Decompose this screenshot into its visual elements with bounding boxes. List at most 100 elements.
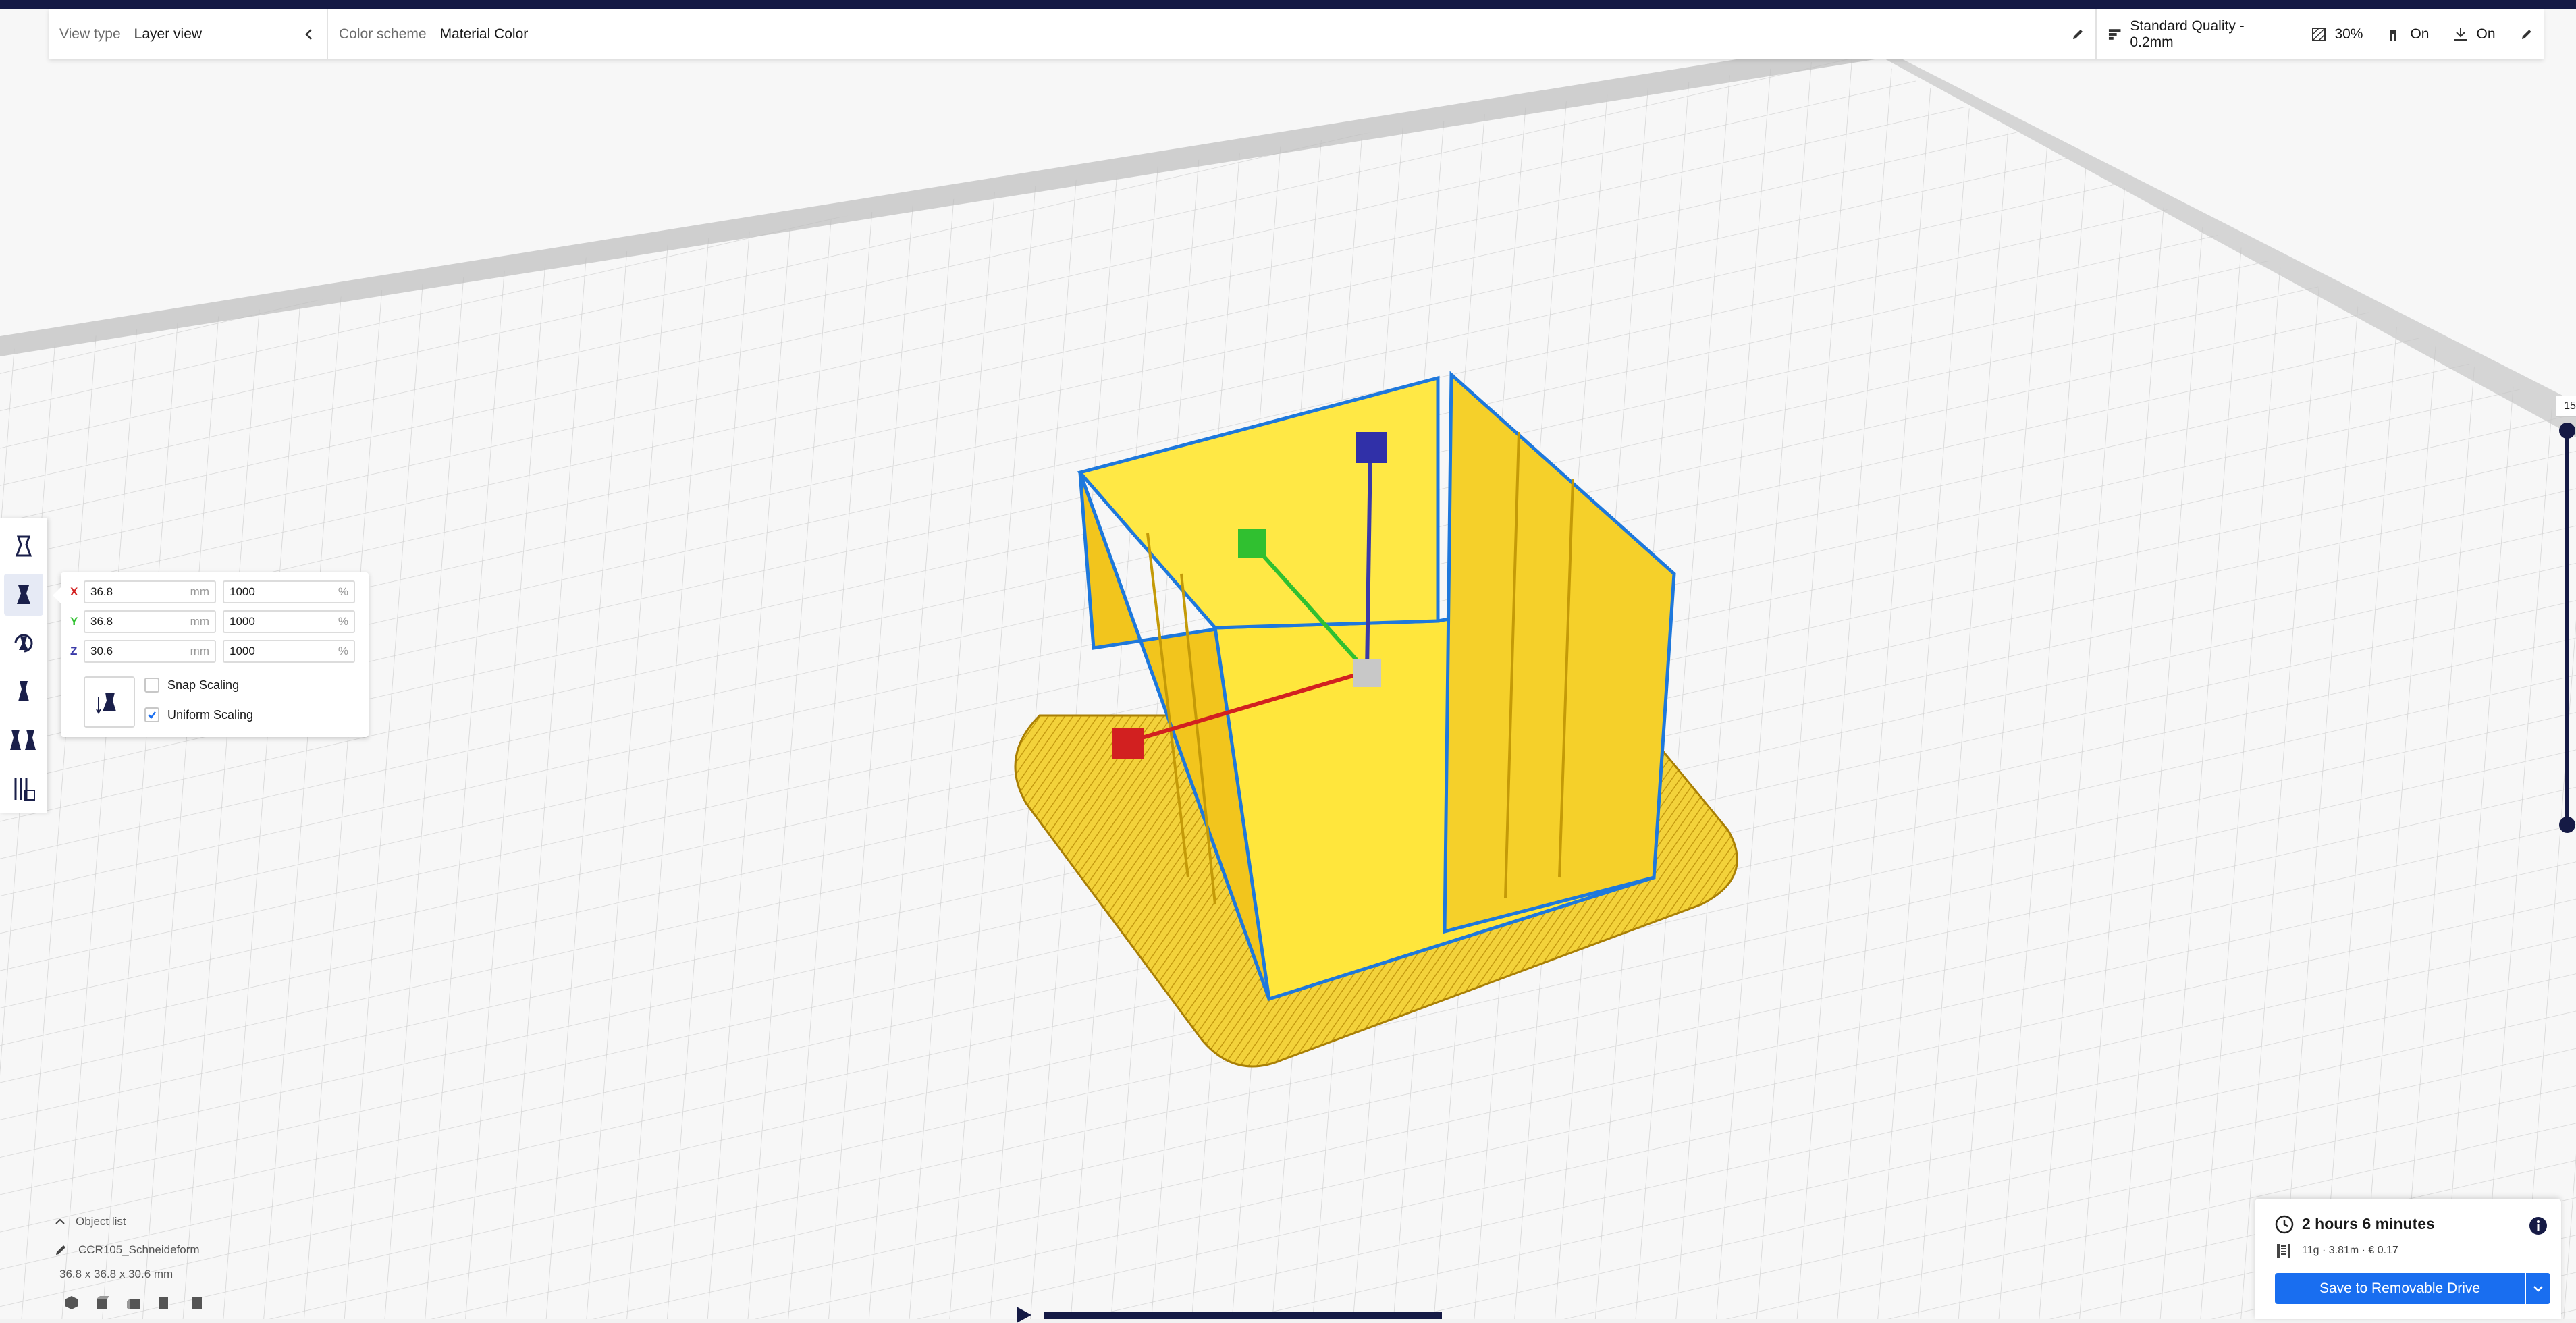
print-info-panel: 2 hours 6 minutes 11g · 3.81m · € 0.17 S… — [2255, 1199, 2561, 1319]
uniform-scaling-checkbox[interactable] — [144, 707, 159, 722]
3d-view-icon[interactable] — [63, 1295, 80, 1311]
infill-value: 30% — [2334, 26, 2363, 42]
chevron-down-icon — [2533, 1286, 2543, 1292]
path-slider-track[interactable] — [1044, 1312, 1442, 1319]
snap-scaling-label: Snap Scaling — [167, 678, 240, 692]
profile-icon — [2108, 29, 2121, 40]
adhesion-icon — [2454, 28, 2467, 40]
y-mm-input[interactable]: 36.8 mm — [84, 610, 216, 633]
gizmo-y-handle[interactable] — [1238, 529, 1266, 558]
panel-pointer — [53, 587, 61, 603]
y-mm-value: 36.8 — [90, 615, 113, 628]
adhesion-setting[interactable]: On — [2453, 26, 2496, 43]
layer-slider-bottom-handle[interactable] — [2559, 817, 2575, 833]
right-view-icon[interactable] — [188, 1295, 204, 1311]
layer-slider-track[interactable] — [2565, 429, 2569, 828]
view-type-value[interactable]: Layer view — [134, 26, 202, 43]
scale-tool-button[interactable] — [4, 574, 43, 616]
lay-flat-button[interactable] — [84, 676, 135, 728]
mirror-tool-button[interactable] — [4, 671, 43, 713]
axis-z-label: Z — [70, 645, 78, 657]
window-top-strip — [0, 0, 2576, 9]
top-view-icon[interactable] — [126, 1295, 142, 1311]
x-percent-value: 1000 — [230, 585, 255, 598]
move-tool-icon — [15, 535, 32, 557]
per-model-icon — [10, 730, 36, 750]
support-setting[interactable]: On — [2387, 26, 2429, 43]
front-view-icon[interactable] — [95, 1295, 111, 1311]
x-percent-input[interactable]: 1000% — [223, 580, 355, 603]
infill-icon — [2312, 28, 2326, 41]
pencil-icon[interactable] — [2520, 28, 2533, 41]
y-percent-unit: % — [338, 615, 348, 628]
scale-row-x: X 36.8 mm 1000% — [70, 580, 362, 603]
y-percent-value: 1000 — [230, 615, 255, 628]
object-list-item[interactable]: CCR105_Schneideform — [54, 1243, 204, 1257]
uniform-scaling-row[interactable]: Uniform Scaling — [144, 707, 253, 722]
rotate-tool-icon — [14, 634, 33, 653]
color-scheme-selector[interactable]: Color scheme Material Color — [328, 9, 2095, 59]
check-icon — [148, 711, 156, 719]
infill-setting[interactable]: 30% — [2311, 26, 2363, 43]
left-view-icon[interactable] — [157, 1295, 173, 1311]
x-mm-value: 36.8 — [90, 585, 113, 598]
pencil-icon[interactable] — [2071, 28, 2085, 41]
adhesion-value: On — [2476, 26, 2496, 42]
x-mm-unit: mm — [190, 585, 209, 598]
axis-x-label: X — [70, 585, 78, 598]
scale-row-y: Y 36.8 mm 1000% — [70, 610, 362, 633]
clock-icon — [2275, 1215, 2294, 1234]
layer-number-label[interactable]: 15 — [2556, 396, 2576, 417]
support-value: On — [2410, 26, 2430, 42]
z-mm-input[interactable]: 30.6 mm — [84, 640, 216, 663]
y-mm-unit: mm — [190, 615, 209, 628]
view-options-bar: View type Layer view Color scheme Materi… — [49, 9, 2544, 59]
z-percent-input[interactable]: 1000% — [223, 640, 355, 663]
scale-tool-icon — [17, 585, 30, 604]
support-blocker-icon — [14, 778, 35, 801]
save-to-drive-button[interactable]: Save to Removable Drive — [2275, 1273, 2525, 1304]
z-mm-value: 30.6 — [90, 645, 113, 657]
save-options-dropdown[interactable] — [2526, 1273, 2550, 1304]
profile-value: Standard Quality - 0.2mm — [2130, 18, 2245, 50]
3d-viewport[interactable] — [0, 0, 2576, 1319]
gizmo-z-handle[interactable] — [1356, 432, 1387, 463]
color-scheme-value[interactable]: Material Color — [440, 26, 529, 43]
snap-scaling-checkbox[interactable] — [144, 678, 159, 693]
support-blocker-button[interactable] — [4, 768, 43, 810]
object-list-title: Object list — [76, 1215, 126, 1228]
object-list-toggle[interactable]: Object list — [54, 1215, 204, 1228]
view-type-selector[interactable]: View type Layer view — [49, 9, 327, 59]
play-simulation-button[interactable] — [1017, 1307, 1031, 1323]
uniform-scaling-label: Uniform Scaling — [167, 707, 254, 722]
chevron-up-icon — [55, 1218, 65, 1224]
gizmo-x-handle[interactable] — [1112, 728, 1144, 759]
move-tool-button[interactable] — [4, 525, 43, 567]
info-icon[interactable] — [2529, 1216, 2548, 1235]
scale-row-z: Z 30.6 mm 1000% — [70, 640, 362, 663]
arrow-left-icon[interactable] — [302, 28, 316, 41]
object-dimensions: 36.8 x 36.8 x 30.6 mm — [59, 1268, 173, 1280]
snap-scaling-row[interactable]: Snap Scaling — [144, 678, 239, 693]
x-percent-unit: % — [338, 585, 348, 598]
lay-flat-icon — [96, 693, 116, 714]
tool-sidebar — [0, 518, 47, 813]
y-percent-input[interactable]: 1000% — [223, 610, 355, 633]
support-icon — [2390, 30, 2397, 40]
x-mm-input[interactable]: 36.8 mm — [84, 580, 216, 603]
z-percent-value: 1000 — [230, 645, 255, 657]
print-settings-selector[interactable]: Standard Quality - 0.2mm 30% On On — [2097, 9, 2544, 59]
spool-icon — [2277, 1244, 2290, 1258]
camera-view-buttons — [63, 1295, 204, 1311]
per-model-settings-button[interactable] — [4, 720, 43, 761]
view-type-label: View type — [59, 26, 121, 42]
profile-setting[interactable]: Standard Quality - 0.2mm — [2108, 18, 2287, 51]
axis-y-label: Y — [70, 615, 78, 628]
object-list: Object list CCR105_Schneideform 36.8 x 3… — [54, 1215, 204, 1311]
z-mm-unit: mm — [190, 645, 209, 657]
gizmo-center-handle[interactable] — [1353, 659, 1381, 687]
layer-slider-top-handle[interactable] — [2559, 423, 2575, 439]
rotate-tool-button[interactable] — [4, 622, 43, 664]
color-scheme-label: Color scheme — [339, 26, 427, 42]
mirror-tool-icon — [18, 681, 29, 701]
